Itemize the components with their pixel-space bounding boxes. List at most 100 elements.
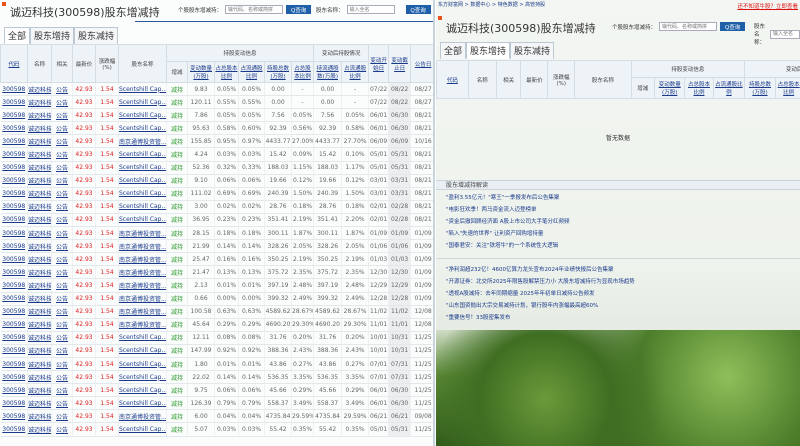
name-link[interactable]: 诚迈科技: [28, 375, 51, 382]
code-link[interactable]: 300598: [2, 190, 25, 197]
announcement-link[interactable]: 公告: [56, 401, 68, 408]
holder-link[interactable]: Scentshill Cap...: [119, 164, 166, 171]
announcement-link[interactable]: 公告: [56, 362, 68, 369]
promo-link[interactable]: 还不知道牛股？立即查看: [737, 2, 798, 10]
announcement-link[interactable]: 公告: [56, 100, 68, 107]
tab-increase[interactable]: 股东增持: [466, 42, 511, 59]
announcement-link[interactable]: 公告: [56, 257, 68, 264]
search-button[interactable]: Q查询: [720, 22, 746, 31]
code-link[interactable]: 300598: [2, 334, 25, 341]
holder-link[interactable]: Scentshill Cap...: [119, 125, 166, 132]
news-link[interactable]: "净利润超232亿！4600亿算力龙头宣布2024年业绩快报后公告集聚: [446, 264, 635, 276]
holder-link[interactable]: Scentshill Cap...: [119, 151, 166, 158]
code-link[interactable]: 300598: [2, 177, 25, 184]
sort-hold-pct[interactable]: 占总股本比例: [294, 66, 311, 80]
holder-link[interactable]: 南京通博投资管...: [119, 309, 166, 316]
code-link[interactable]: 300598: [2, 216, 25, 223]
holder-link[interactable]: Scentshill Cap...: [119, 177, 166, 184]
holder-search-button[interactable]: Q查询: [405, 5, 431, 14]
code-link[interactable]: 300598: [2, 400, 25, 407]
holder-link[interactable]: Scentshill Cap...: [119, 334, 166, 341]
sort-code[interactable]: 代码: [8, 62, 19, 68]
sort-float-hold[interactable]: 持流通股数(万股): [317, 66, 339, 80]
name-link[interactable]: 诚迈科技: [28, 283, 51, 290]
news-link[interactable]: "透视A股减持：去年同期缩量 2025年年初单日减持公告频发: [446, 288, 635, 300]
announcement-link[interactable]: 公告: [56, 309, 68, 316]
name-link[interactable]: 诚迈科技: [28, 126, 51, 133]
code-link[interactable]: 300598: [2, 164, 25, 171]
tab-decrease[interactable]: 股东减持: [510, 42, 555, 59]
announcement-link[interactable]: 公告: [56, 126, 68, 133]
announcement-link[interactable]: 公告: [56, 87, 68, 94]
holder-link[interactable]: 南京通博投资管...: [119, 231, 166, 238]
sort-start[interactable]: 变动开始日: [370, 58, 387, 72]
name-link[interactable]: 诚迈科技: [28, 322, 51, 329]
holder-link[interactable]: 南京通博投资管...: [119, 139, 166, 146]
name-link[interactable]: 诚迈科技: [28, 100, 51, 107]
name-link[interactable]: 诚迈科技: [28, 348, 51, 355]
holder-link[interactable]: 南京通博投资管...: [119, 296, 166, 303]
code-link[interactable]: 300598: [2, 426, 25, 433]
announcement-link[interactable]: 公告: [56, 152, 68, 159]
name-link[interactable]: 诚迈科技: [28, 401, 51, 408]
holder-link[interactable]: Scentshill Cap...: [119, 387, 166, 394]
news-link[interactable]: "山东国资抛出大宗交易减持计划，银行股年内涨幅最高超60%: [446, 300, 635, 312]
code-link[interactable]: 300598: [2, 374, 25, 381]
sort-pct-total[interactable]: 占总股本比例: [688, 82, 710, 96]
tab-all[interactable]: 全部: [440, 42, 467, 59]
code-link[interactable]: 300598: [2, 243, 25, 250]
announcement-link[interactable]: 公告: [56, 348, 68, 355]
announcement-link[interactable]: 公告: [56, 296, 68, 303]
sort-pct-float[interactable]: 占流通股比例: [240, 66, 262, 80]
announcement-link[interactable]: 公告: [56, 204, 68, 211]
name-link[interactable]: 诚迈科技: [28, 335, 51, 342]
code-link[interactable]: 300598: [2, 256, 25, 263]
announcement-link[interactable]: 公告: [56, 388, 68, 395]
holder-link[interactable]: Scentshill Cap...: [119, 203, 166, 210]
news-link[interactable]: "资金后撤回顾经济面 A股上市公司大手笔分红频频: [446, 216, 570, 228]
name-link[interactable]: 诚迈科技: [28, 414, 51, 421]
code-link[interactable]: 300598: [2, 112, 25, 119]
holder-link[interactable]: Scentshill Cap...: [119, 361, 166, 368]
name-link[interactable]: 诚迈科技: [28, 152, 51, 159]
holder-link[interactable]: Scentshill Cap...: [119, 86, 166, 93]
announcement-link[interactable]: 公告: [56, 244, 68, 251]
sort-pct-total[interactable]: 占总股本比例: [215, 66, 237, 80]
announcement-link[interactable]: 公告: [56, 165, 68, 172]
code-link[interactable]: 300598: [2, 347, 25, 354]
code-link[interactable]: 300598: [2, 230, 25, 237]
code-link[interactable]: 300598: [2, 138, 25, 145]
name-link[interactable]: 诚迈科技: [28, 309, 51, 316]
name-link[interactable]: 诚迈科技: [28, 257, 51, 264]
sort-end[interactable]: 变动截止日: [391, 58, 408, 72]
holder-link[interactable]: 南京通博投资管...: [119, 283, 166, 290]
holder-link[interactable]: Scentshill Cap...: [119, 374, 166, 381]
holder-link[interactable]: Scentshill Cap...: [119, 190, 166, 197]
sort-pct-float[interactable]: 占流通股比例: [715, 82, 743, 96]
announcement-link[interactable]: 公告: [56, 178, 68, 185]
tab-increase[interactable]: 股东增持: [30, 27, 75, 44]
announcement-link[interactable]: 公告: [56, 283, 68, 290]
code-link[interactable]: 300598: [2, 308, 25, 315]
name-link[interactable]: 诚迈科技: [28, 296, 51, 303]
search-button[interactable]: Q查询: [286, 5, 312, 14]
holder-link[interactable]: 南京通博投资管...: [119, 257, 166, 264]
holder-link[interactable]: 南京通博投资管...: [119, 414, 166, 421]
tab-all[interactable]: 全部: [4, 27, 31, 44]
sort-hold-total[interactable]: 持股总数(万股): [267, 66, 289, 80]
code-link[interactable]: 300598: [2, 321, 25, 328]
announcement-link[interactable]: 公告: [56, 217, 68, 224]
sort-qty[interactable]: 变动数量(万股): [190, 66, 212, 80]
sort-hold-pct[interactable]: 占总股本比例: [778, 82, 800, 96]
holder-link[interactable]: Scentshill Cap...: [119, 426, 166, 433]
code-link[interactable]: 300598: [2, 125, 25, 132]
news-link[interactable]: "重要信号！33股密集发布: [446, 312, 635, 324]
name-link[interactable]: 诚迈科技: [28, 87, 51, 94]
name-link[interactable]: 诚迈科技: [28, 204, 51, 211]
news-link[interactable]: "电影狂欢季！两马资金流入迈登榜单: [446, 204, 570, 216]
tab-decrease[interactable]: 股东减持: [74, 27, 119, 44]
name-link[interactable]: 诚迈科技: [28, 362, 51, 369]
code-link[interactable]: 300598: [2, 387, 25, 394]
holder-link[interactable]: Scentshill Cap...: [119, 347, 166, 354]
sort-code[interactable]: 代码: [447, 78, 458, 84]
